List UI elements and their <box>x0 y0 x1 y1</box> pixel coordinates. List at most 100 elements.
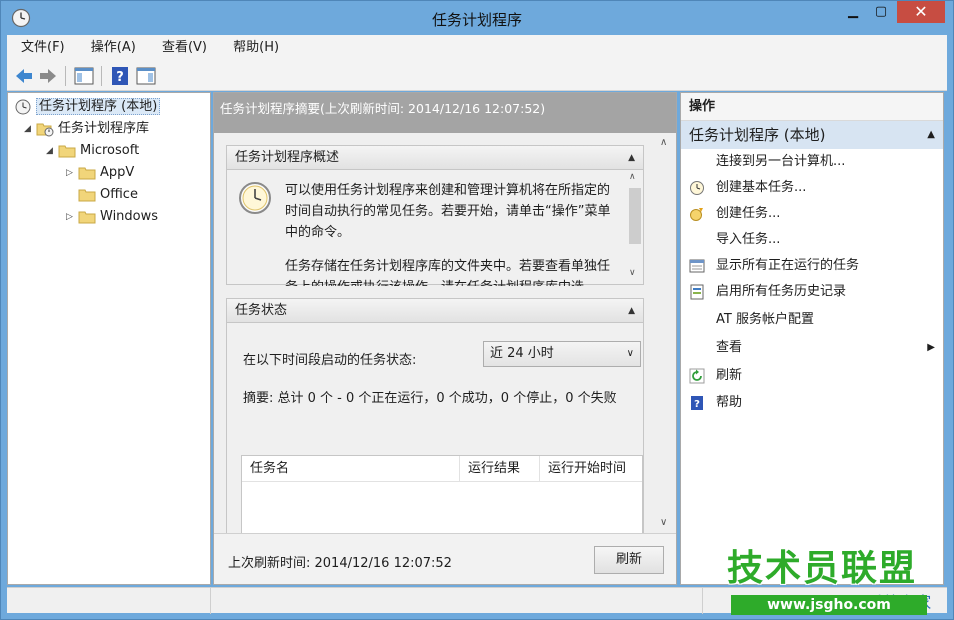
tree-item-root[interactable]: 任务计划程序 (本地) <box>14 97 161 117</box>
running-tasks-icon <box>689 259 705 273</box>
task-status-section: 任务状态 ▲ 在以下时间段启动的任务状态: 近 24 小时 ∨ 摘要: 总计 0… <box>226 298 644 545</box>
expanded-arrow-icon[interactable]: ◢ <box>46 146 53 156</box>
submenu-arrow-icon: ▶ <box>927 342 935 353</box>
clock-icon <box>15 99 31 114</box>
scroll-down-icon[interactable]: ∨ <box>629 268 636 278</box>
scroll-down-icon[interactable]: ∨ <box>660 517 667 528</box>
folder-clock-icon <box>36 123 54 136</box>
action-create-task[interactable]: 创建任务... <box>681 201 943 227</box>
action-label: 创建基本任务... <box>716 180 807 195</box>
back-arrow-icon[interactable] <box>13 65 35 87</box>
tree-label: 任务计划程序库 <box>58 121 150 136</box>
last-refresh-time: 上次刷新时间: 2014/12/16 12:07:52 <box>228 556 452 571</box>
collapsed-arrow-icon[interactable]: ▷ <box>66 212 73 222</box>
action-help[interactable]: ? 帮助 <box>681 390 943 416</box>
action-label: 连接到另一台计算机... <box>716 154 846 169</box>
tree-item-office[interactable]: Office <box>78 185 138 205</box>
tree-label: Microsoft <box>80 143 140 158</box>
watermark-url: www.jsgho.com <box>731 595 927 615</box>
refresh-icon <box>689 368 705 384</box>
action-connect-computer[interactable]: 连接到另一台计算机... <box>681 149 943 175</box>
section-title: 任务状态 <box>235 303 288 318</box>
action-label: 刷新 <box>716 368 743 383</box>
section-title: 任务计划程序概述 <box>235 150 340 165</box>
collapsed-arrow-icon[interactable]: ▷ <box>66 168 73 178</box>
tree-item-microsoft[interactable]: Microsoft <box>58 141 139 161</box>
minimize-button[interactable]: ▁ <box>839 1 867 23</box>
action-at-service-config[interactable]: AT 服务帐户配置 <box>681 307 943 333</box>
summary-body[interactable]: 任务计划程序概述 ▲ 可以使用任务计划程序来创建和管理计算机将在所指定的时间自动… <box>214 133 676 545</box>
action-view[interactable]: 查看 ▶ <box>681 335 943 361</box>
task-status-section-header[interactable]: 任务状态 ▲ <box>227 299 643 323</box>
actions-group-title: 任务计划程序 (本地) <box>689 126 826 144</box>
scroll-up-icon[interactable]: ∧ <box>629 172 636 182</box>
overview-section-header[interactable]: 任务计划程序概述 ▲ <box>227 146 643 170</box>
tree-item-windows[interactable]: Windows <box>78 207 158 227</box>
action-label: 导入任务... <box>716 232 781 247</box>
tree-label: Windows <box>100 209 159 224</box>
maximize-button[interactable]: ▢ <box>867 1 895 23</box>
window-title: 任务计划程序 <box>431 11 522 29</box>
action-enable-history[interactable]: 启用所有任务历史记录 <box>681 279 943 305</box>
show-hide-tree-icon[interactable] <box>73 65 95 87</box>
status-summary: 摘要: 总计 0 个 - 0 个正在运行，0 个成功，0 个停止，0 个失败 <box>243 391 617 406</box>
status-period-select[interactable]: 近 24 小时 ∨ <box>483 341 641 367</box>
column-task-name[interactable]: 任务名 <box>242 456 460 482</box>
help-icon[interactable]: ? <box>109 65 131 87</box>
task-icon <box>690 208 703 221</box>
summary-footer: 上次刷新时间: 2014/12/16 12:07:52 刷新 <box>214 533 676 584</box>
collapse-caret-icon[interactable]: ▲ <box>927 121 935 149</box>
summary-scrollbar[interactable]: ∧ ∨ <box>656 133 676 533</box>
action-create-basic-task[interactable]: 创建基本任务... <box>681 175 943 201</box>
refresh-button[interactable]: 刷新 <box>594 546 664 574</box>
scroll-thumb[interactable] <box>629 188 641 244</box>
action-label: AT 服务帐户配置 <box>716 312 814 327</box>
action-label: 帮助 <box>716 395 743 410</box>
folder-icon <box>78 189 96 201</box>
clock-icon <box>239 182 271 214</box>
select-value: 近 24 小时 <box>490 346 554 361</box>
scroll-up-icon[interactable]: ∧ <box>660 137 667 148</box>
svg-text:?: ? <box>116 70 124 85</box>
action-show-running-tasks[interactable]: 显示所有正在运行的任务 <box>681 253 943 279</box>
overview-paragraph: 任务存储在任务计划程序库的文件夹中。若要查看单独任务上的操作或执行该操作，请在任… <box>285 259 611 286</box>
toolbar-separator <box>65 66 66 86</box>
table-header: 任务名 运行结果 运行开始时间 <box>242 456 642 482</box>
title-bar[interactable]: 任务计划程序 ▁ ▢ ✕ <box>1 1 953 35</box>
collapse-caret-icon[interactable]: ▲ <box>628 299 635 323</box>
expanded-arrow-icon[interactable]: ◢ <box>24 124 31 134</box>
summary-header: 任务计划程序摘要(上次刷新时间: 2014/12/16 12:07:52) <box>214 93 676 133</box>
tree-label: AppV <box>100 165 135 180</box>
tree-label: Office <box>100 187 138 202</box>
show-hide-action-pane-icon[interactable] <box>135 65 157 87</box>
column-run-result[interactable]: 运行结果 <box>460 456 540 482</box>
history-icon <box>690 284 704 300</box>
folder-icon <box>58 145 76 157</box>
actions-header: 操作 <box>681 93 943 121</box>
navigation-tree: 任务计划程序 (本地) ◢ 任务计划程序库 ◢ Microsoft ▷ AppV <box>7 92 211 585</box>
menu-view[interactable]: 查看(V) <box>154 35 215 61</box>
action-import-task[interactable]: 导入任务... <box>681 227 943 253</box>
menu-file[interactable]: 文件(F) <box>13 35 73 61</box>
menu-action[interactable]: 操作(A) <box>83 35 144 61</box>
collapse-caret-icon[interactable]: ▲ <box>628 146 635 170</box>
basic-task-icon <box>690 181 704 195</box>
tree-item-appv[interactable]: AppV <box>78 163 134 183</box>
action-refresh[interactable]: 刷新 <box>681 363 943 389</box>
help-icon: ? <box>691 396 703 410</box>
status-period-label: 在以下时间段启动的任务状态: <box>243 353 417 368</box>
forward-arrow-icon[interactable] <box>37 65 59 87</box>
tree-item-library[interactable]: 任务计划程序库 <box>36 119 149 139</box>
close-button[interactable]: ✕ <box>897 1 945 23</box>
watermark-text: 技术员联盟 <box>727 548 918 589</box>
task-status-table[interactable]: 任务名 运行结果 运行开始时间 <box>241 455 643 545</box>
action-label: 查看 <box>716 340 743 355</box>
toolbar: ? <box>7 61 947 91</box>
tree-label: 任务计划程序 (本地) <box>36 98 161 115</box>
menu-help[interactable]: 帮助(H) <box>225 35 287 61</box>
actions-group-header[interactable]: 任务计划程序 (本地) ▲ <box>681 121 943 149</box>
menu-bar: 文件(F) 操作(A) 查看(V) 帮助(H) <box>7 35 947 61</box>
task-scheduler-window: 任务计划程序 ▁ ▢ ✕ 文件(F) 操作(A) 查看(V) 帮助(H) ? 任… <box>0 0 954 620</box>
column-run-start-time[interactable]: 运行开始时间 <box>540 456 642 482</box>
overview-scrollbar[interactable]: ∧ ∨ <box>627 170 643 282</box>
